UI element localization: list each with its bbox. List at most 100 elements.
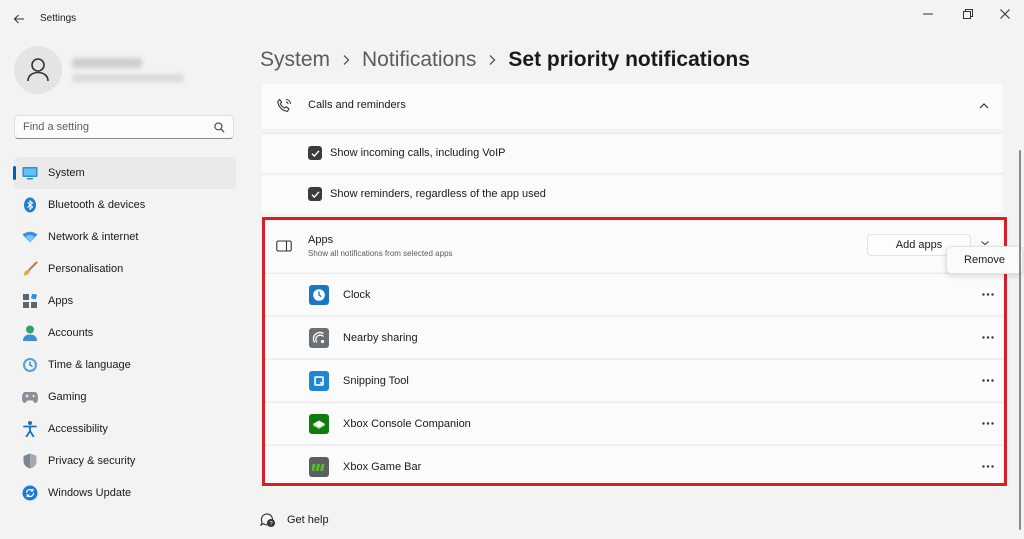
phone-call-icon xyxy=(277,98,291,112)
sidebar-item-accessibility[interactable]: Accessibility xyxy=(14,413,236,445)
checkmark-icon xyxy=(311,149,320,157)
apps-section-header: Apps Show all notifications from selecte… xyxy=(262,221,1003,272)
more-icon xyxy=(982,421,994,425)
breadcrumb-system[interactable]: System xyxy=(260,48,330,72)
sidebar-item-bluetooth[interactable]: Bluetooth & devices xyxy=(14,189,236,221)
show-incoming-calls-row: Show incoming calls, including VoIP xyxy=(262,133,1003,172)
app-row-xbox-console-companion: Xbox Console Companion xyxy=(262,402,1003,444)
more-icon xyxy=(982,335,994,339)
more-options-button[interactable] xyxy=(981,330,995,344)
close-button[interactable] xyxy=(991,4,1019,24)
breadcrumb: System Notifications Set priority notifi… xyxy=(260,44,750,76)
accessibility-icon xyxy=(22,421,38,437)
apps-section-title: Apps xyxy=(308,234,334,246)
more-options-button[interactable] xyxy=(981,416,995,430)
calls-and-reminders-title: Calls and reminders xyxy=(308,99,406,111)
more-icon xyxy=(982,292,994,296)
sidebar-item-apps[interactable]: Apps xyxy=(14,285,236,317)
app-window-icon xyxy=(276,240,292,252)
sidebar-item-label: System xyxy=(48,167,85,179)
sidebar-item-label: Time & language xyxy=(48,359,131,371)
xbox-game-bar-icon xyxy=(309,457,329,477)
sidebar-item-label: Windows Update xyxy=(48,487,132,499)
search-box xyxy=(14,115,234,139)
sidebar-item-label: Bluetooth & devices xyxy=(48,199,146,211)
more-options-button[interactable] xyxy=(981,373,995,387)
search-input[interactable] xyxy=(15,116,227,138)
get-help-label: Get help xyxy=(287,514,329,526)
app-row-clock: Clock xyxy=(262,273,1003,315)
minimize-icon xyxy=(923,13,933,15)
page-title: Set priority notifications xyxy=(508,48,750,71)
chevron-down-icon[interactable] xyxy=(981,241,989,245)
sidebar-item-gaming[interactable]: Gaming xyxy=(14,381,236,413)
sidebar-item-label: Apps xyxy=(48,295,74,307)
show-reminders-label: Show reminders, regardless of the app us… xyxy=(330,188,546,200)
bluetooth-icon xyxy=(22,197,38,213)
app-name: Nearby sharing xyxy=(343,332,418,344)
app-title: Settings xyxy=(40,13,77,24)
sidebar-item-label: Accessibility xyxy=(48,423,108,435)
sidebar-nav: System Bluetooth & devices Network & int… xyxy=(13,157,236,509)
restore-button[interactable] xyxy=(954,4,982,24)
sidebar-item-time-language[interactable]: Time & language xyxy=(14,349,236,381)
chevron-right-icon xyxy=(343,55,350,65)
sidebar-item-label: Gaming xyxy=(48,391,87,403)
sidebar-item-network[interactable]: Network & internet xyxy=(14,221,236,253)
app-row-snipping-tool: Snipping Tool xyxy=(262,359,1003,401)
sidebar-item-windows-update[interactable]: Windows Update xyxy=(14,477,236,509)
clock-globe-icon xyxy=(22,357,38,373)
brush-icon xyxy=(22,261,38,277)
user-profile[interactable] xyxy=(14,46,234,96)
app-name: Snipping Tool xyxy=(343,375,409,387)
search-icon[interactable] xyxy=(214,122,225,133)
nearby-sharing-icon xyxy=(309,328,329,348)
title-bar: Settings xyxy=(0,0,1024,36)
app-row-nearby-sharing: Nearby sharing xyxy=(262,316,1003,358)
sidebar-item-personalisation[interactable]: Personalisation xyxy=(14,253,236,285)
sidebar-item-privacy[interactable]: Privacy & security xyxy=(14,445,236,477)
sidebar-item-label: Personalisation xyxy=(48,263,124,275)
remove-menu-item[interactable]: Remove xyxy=(946,246,1023,274)
calls-and-reminders-header[interactable]: Calls and reminders xyxy=(262,84,1003,129)
more-icon xyxy=(982,464,994,468)
more-options-button[interactable] xyxy=(981,287,995,301)
back-button[interactable] xyxy=(8,8,30,30)
avatar xyxy=(14,46,62,94)
show-reminders-checkbox[interactable] xyxy=(308,187,322,201)
monitor-icon xyxy=(22,165,38,181)
scrollbar[interactable] xyxy=(1019,150,1021,530)
sidebar-item-label: Network & internet xyxy=(48,231,139,243)
xbox-icon xyxy=(309,414,329,434)
sidebar-item-accounts[interactable]: Accounts xyxy=(14,317,236,349)
chevron-right-icon xyxy=(489,55,496,65)
wifi-icon xyxy=(22,229,38,245)
apps-icon xyxy=(22,293,38,309)
close-icon xyxy=(1000,9,1010,19)
sidebar-item-system[interactable]: System xyxy=(13,157,236,189)
get-help-link[interactable]: ? Get help xyxy=(260,510,329,530)
minimize-button[interactable] xyxy=(914,4,942,24)
snipping-tool-icon xyxy=(309,371,329,391)
user-name-redacted xyxy=(72,58,142,68)
sidebar-item-label: Privacy & security xyxy=(48,455,136,467)
checkmark-icon xyxy=(311,190,320,198)
chevron-up-icon[interactable] xyxy=(979,101,989,111)
more-icon xyxy=(982,378,994,382)
shield-icon xyxy=(22,453,38,469)
clock-app-icon xyxy=(309,285,329,305)
more-options-button[interactable] xyxy=(981,459,995,473)
help-chat-icon: ? xyxy=(260,512,276,528)
app-row-xbox-game-bar: Xbox Game Bar xyxy=(262,445,1003,487)
person-icon xyxy=(22,325,38,341)
person-avatar-icon xyxy=(27,58,49,82)
windows-update-icon xyxy=(22,485,38,501)
app-name: Xbox Console Companion xyxy=(343,418,471,430)
gamepad-icon xyxy=(22,389,38,405)
apps-section-subtitle: Show all notifications from selected app… xyxy=(308,249,453,258)
back-arrow-icon xyxy=(13,14,24,24)
show-reminders-row: Show reminders, regardless of the app us… xyxy=(262,174,1003,213)
show-incoming-calls-checkbox[interactable] xyxy=(308,146,322,160)
breadcrumb-notifications[interactable]: Notifications xyxy=(362,48,476,72)
restore-icon xyxy=(963,9,973,19)
